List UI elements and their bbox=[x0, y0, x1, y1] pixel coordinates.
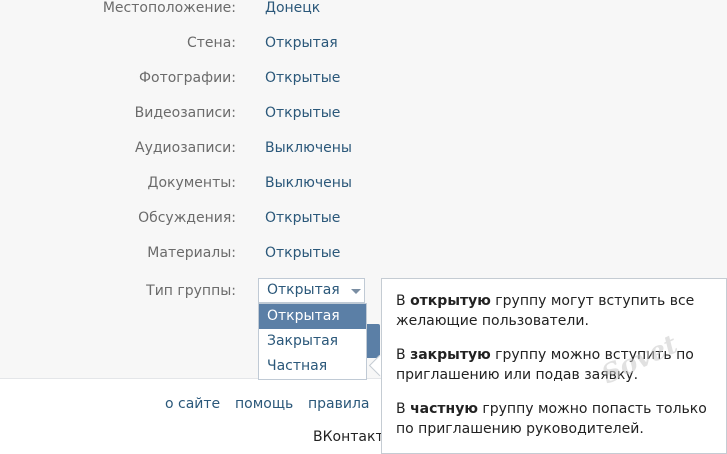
setting-value[interactable]: Открытые bbox=[265, 105, 340, 121]
setting-label: Стена: bbox=[187, 35, 236, 51]
tooltip-private: В частную группу можно попасть только по… bbox=[396, 401, 707, 437]
footer-link-rules[interactable]: правила bbox=[308, 396, 370, 412]
selected-value: Открытая bbox=[267, 282, 340, 298]
setting-label: Аудиозаписи: bbox=[135, 140, 236, 156]
option-open[interactable]: Открытая bbox=[259, 304, 366, 329]
setting-label: Материалы: bbox=[147, 245, 236, 261]
setting-label: Обсуждения: bbox=[138, 210, 236, 226]
setting-value[interactable]: Открытые bbox=[265, 70, 340, 86]
setting-label: Документы: bbox=[147, 175, 237, 191]
setting-label: Фотографии: bbox=[138, 70, 236, 86]
group-type-select[interactable]: Открытая bbox=[258, 278, 365, 303]
tooltip-open: В открытую группу могут вступить все жел… bbox=[396, 293, 695, 329]
setting-value[interactable]: Открытые bbox=[265, 245, 340, 261]
footer-link-help[interactable]: помощь bbox=[235, 396, 293, 412]
setting-value[interactable]: Открытые bbox=[265, 210, 340, 226]
setting-value[interactable]: Выключены bbox=[265, 175, 352, 191]
chevron-down-icon bbox=[351, 289, 361, 294]
setting-value[interactable]: Донецк bbox=[265, 0, 320, 16]
setting-label: Видеозаписи: bbox=[134, 105, 236, 121]
group-type-dropdown: Открытая Закрытая Частная bbox=[258, 303, 367, 380]
group-type-tooltip: В открытую группу могут вступить все жел… bbox=[381, 278, 727, 454]
setting-value[interactable]: Выключены bbox=[265, 140, 352, 156]
setting-value[interactable]: Открытая bbox=[265, 35, 338, 51]
option-closed[interactable]: Закрытая bbox=[259, 329, 366, 354]
footer-link-about[interactable]: о сайте bbox=[165, 396, 220, 412]
setting-label: Местоположение: bbox=[102, 0, 236, 16]
group-type-label: Тип группы: bbox=[146, 283, 236, 299]
option-private[interactable]: Частная bbox=[259, 354, 366, 379]
